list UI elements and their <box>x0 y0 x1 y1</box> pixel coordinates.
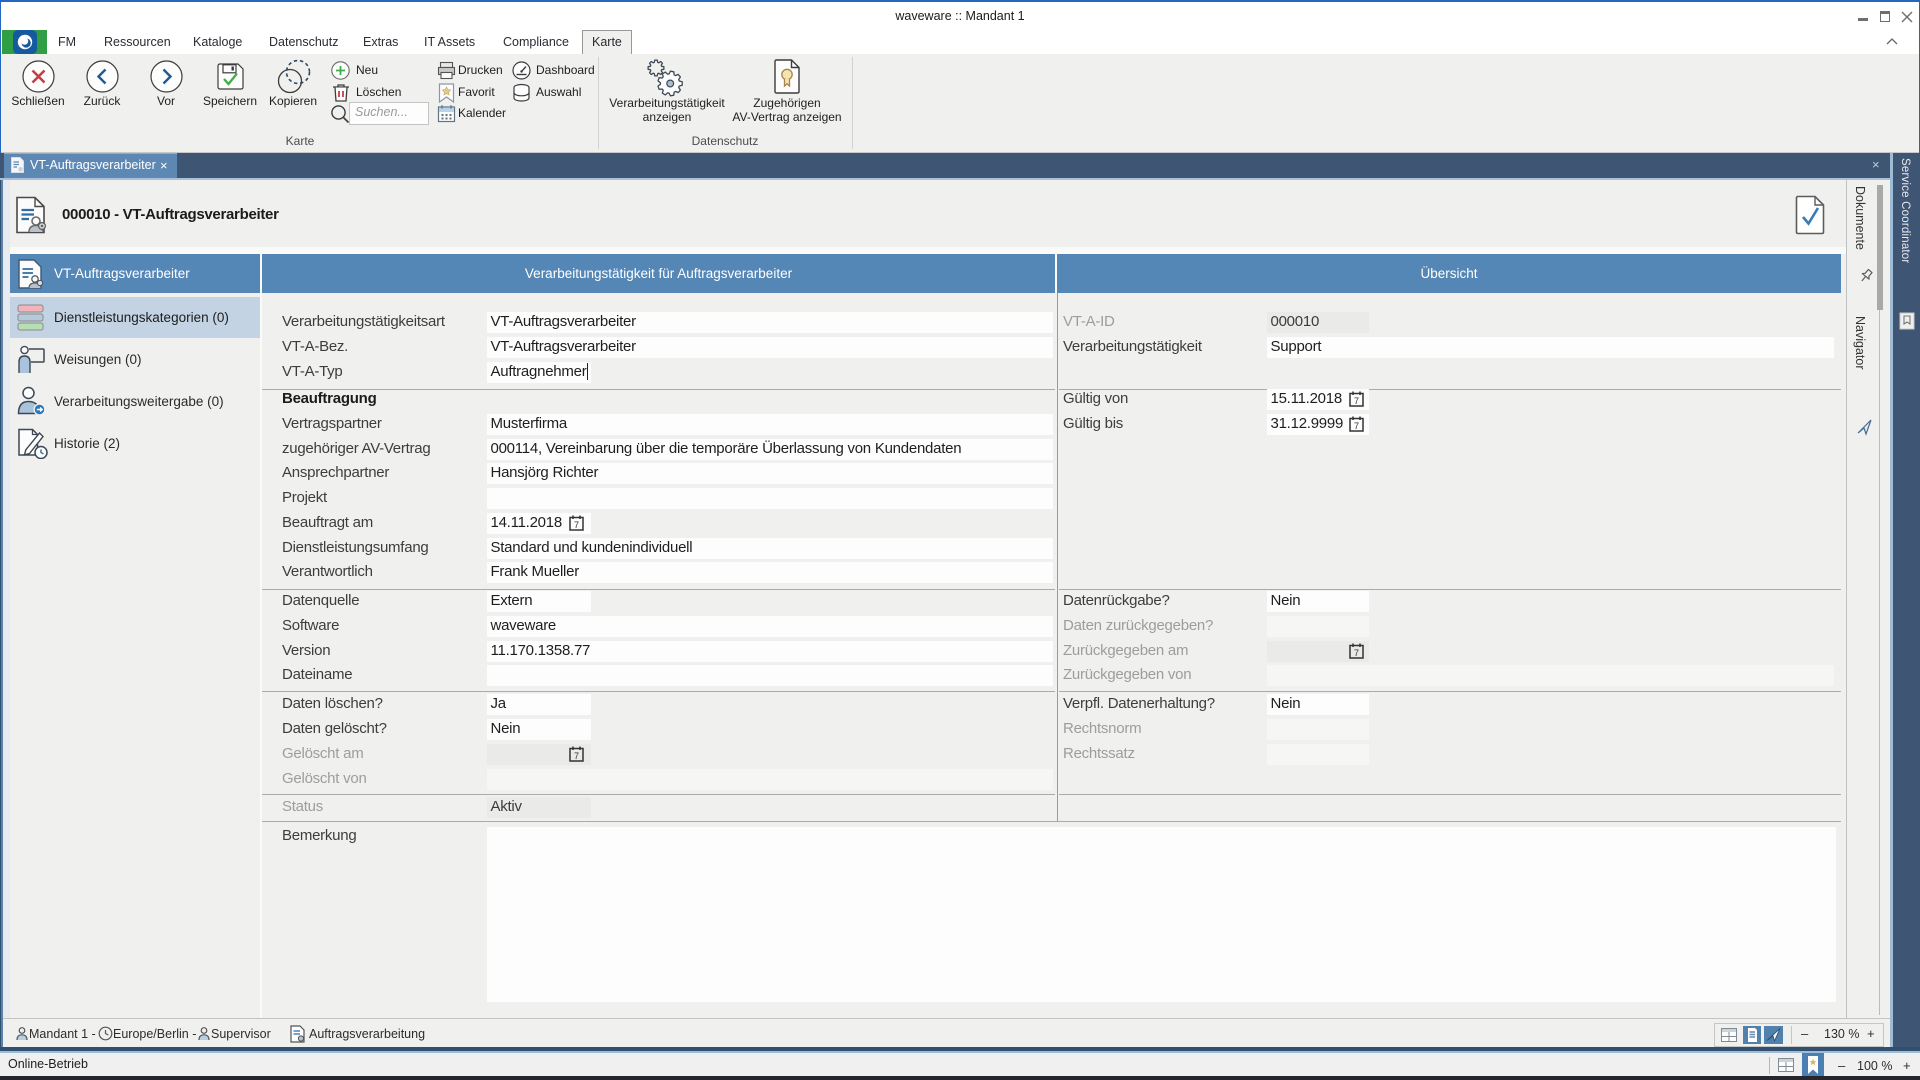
svg-text:7: 7 <box>1354 421 1359 431</box>
svg-text:7: 7 <box>574 520 579 530</box>
svg-text:7: 7 <box>1354 648 1359 658</box>
svg-text:7: 7 <box>574 751 579 761</box>
svg-text:7: 7 <box>1354 396 1359 406</box>
